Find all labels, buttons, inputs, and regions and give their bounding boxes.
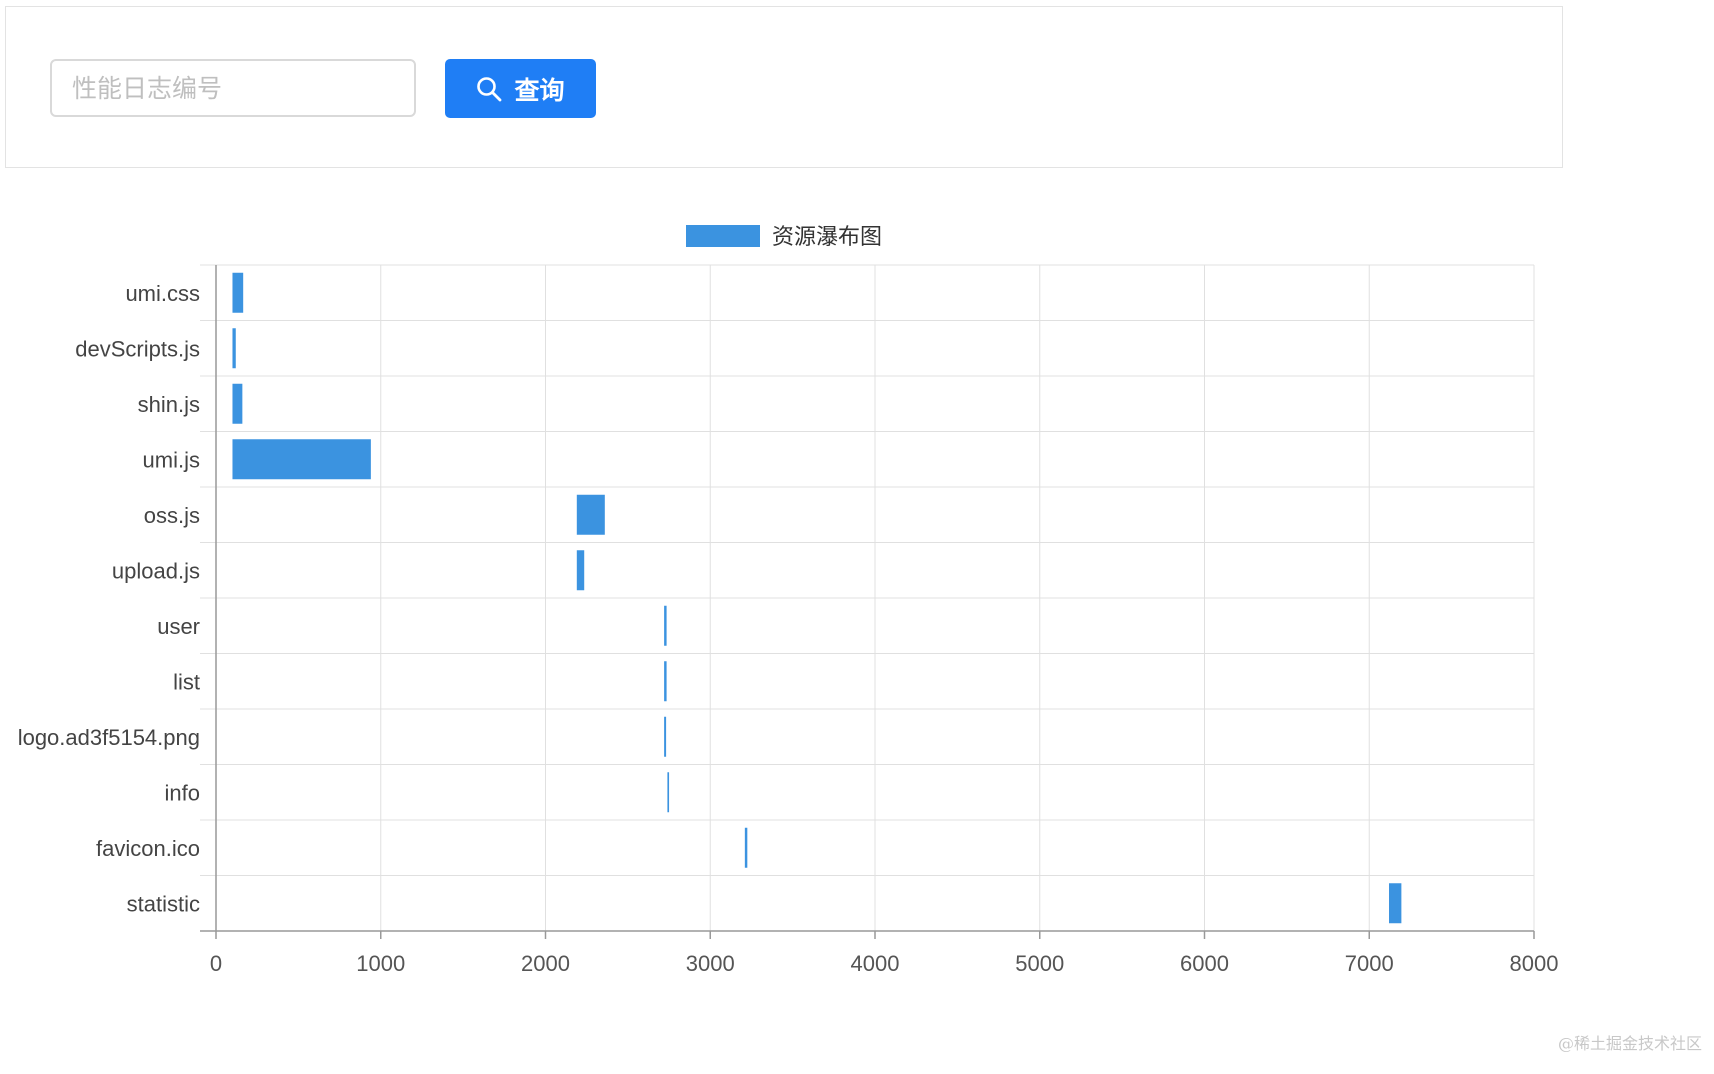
y-tick-label: umi.js [143,447,200,472]
legend-swatch [686,225,760,247]
bar-upload.js [576,550,585,591]
bar-list [664,661,667,702]
x-tick-label: 8000 [1510,951,1559,976]
bar-devScripts.js [232,328,236,369]
bar-info [667,772,670,813]
bar-oss.js [576,494,605,535]
bar-statistic [1389,883,1402,924]
x-tick-label: 1000 [356,951,405,976]
legend: 资源瀑布图 [686,225,882,250]
x-tick-label: 3000 [686,951,735,976]
watermark: @稀土掘金技术社区 [1557,1034,1702,1053]
x-tick-label: 4000 [851,951,900,976]
grid-lines [200,264,1535,932]
y-tick-label: info [165,780,200,805]
bar-favicon.ico [744,827,748,868]
bar-umi.css [232,272,244,313]
legend-label: 资源瀑布图 [772,225,882,250]
y-tick-label: upload.js [112,558,200,583]
x-tick-label: 7000 [1345,951,1394,976]
y-tick-label: list [173,669,200,694]
x-tick-label: 0 [210,951,222,976]
bar-umi.js [232,439,371,480]
y-tick-label: oss.js [144,503,200,528]
y-tick-label: devScripts.js [75,336,200,361]
bar-user [664,605,667,646]
y-tick-label: umi.css [125,281,200,306]
x-tick-label: 2000 [521,951,570,976]
bar-logo.ad3f5154.png [664,716,667,757]
resource-waterfall-chart: 0 1000 2000 3000 4000 5000 6000 7000 8000 umi.css… [18,225,1559,976]
y-tick-label: user [157,614,200,639]
y-tick-label: statistic [127,891,200,916]
x-tick-label: 6000 [1180,951,1229,976]
y-tick-label: logo.ad3f5154.png [18,725,200,750]
bar-shin.js [232,383,243,424]
y-tick-label: shin.js [138,392,200,417]
y-tick-label: favicon.ico [96,836,200,861]
x-tick-label: 5000 [1015,951,1064,976]
